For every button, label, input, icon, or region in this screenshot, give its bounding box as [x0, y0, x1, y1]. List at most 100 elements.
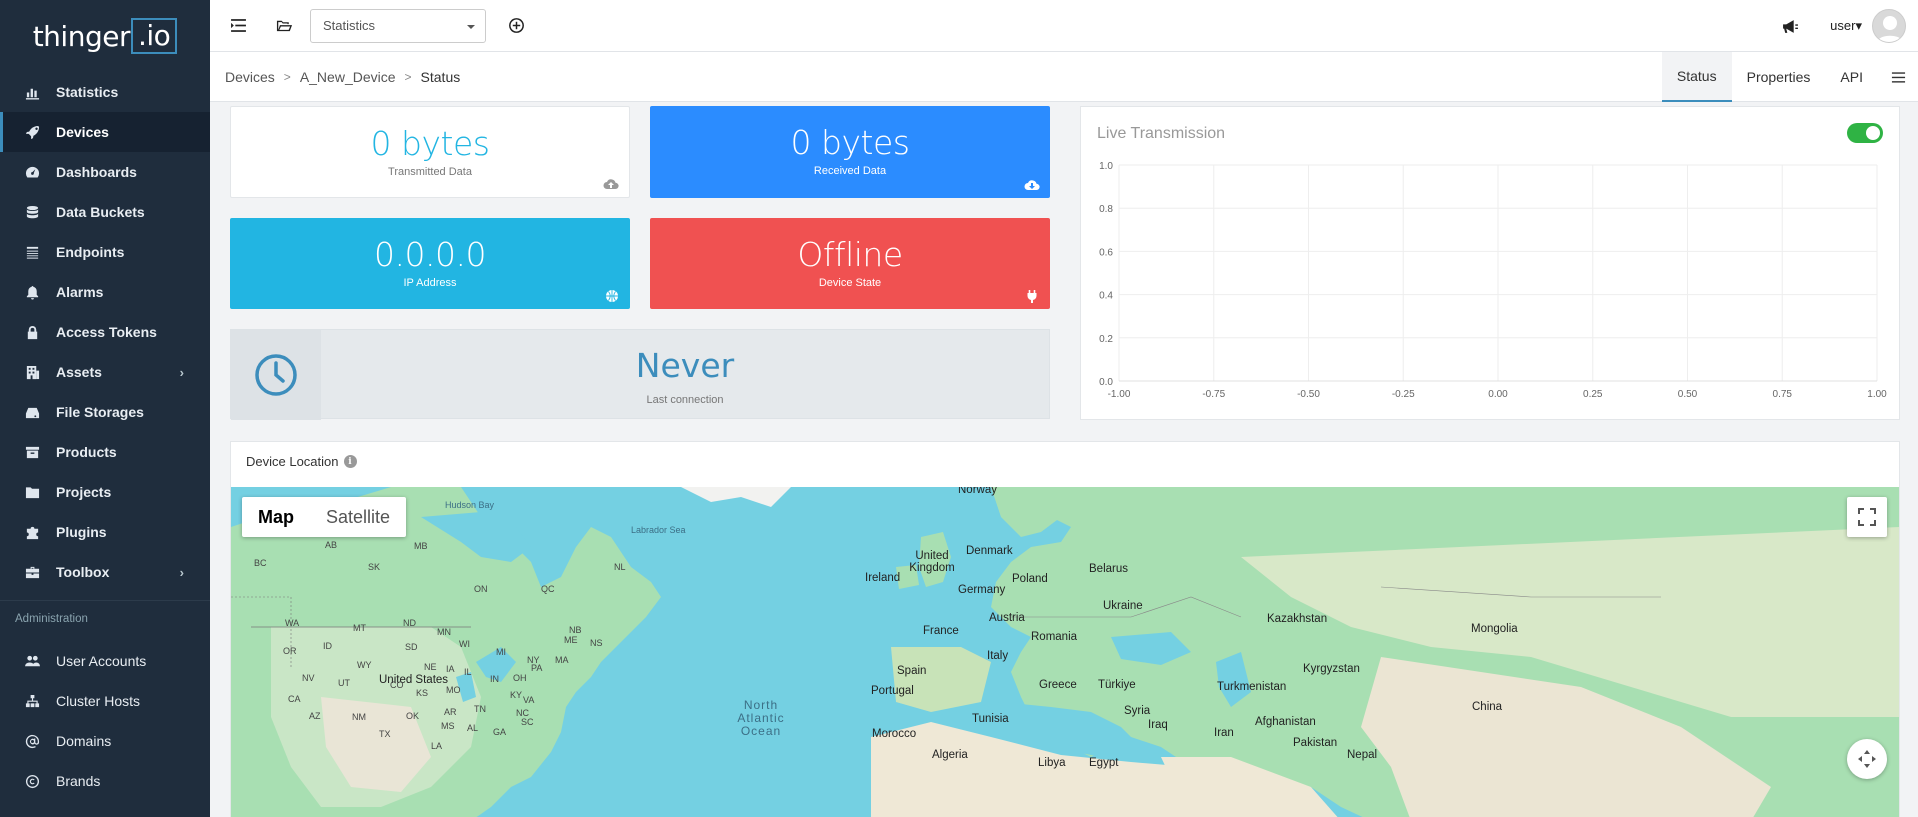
plug-icon: [1024, 289, 1040, 303]
map-label: ND: [403, 618, 416, 628]
chart-y-tick-label: 0.8: [1099, 204, 1113, 215]
map-label: MT: [353, 623, 366, 633]
sidebar-item-assets[interactable]: Assets ›: [0, 352, 210, 392]
sidebar-item-label: Toolbox: [56, 564, 110, 580]
map-label: Kyrgyzstan: [1303, 663, 1360, 675]
chevron-right-icon: ›: [179, 364, 184, 380]
transmitted-data-value: 0 bytes: [370, 124, 490, 163]
sidebar-item-label: Products: [56, 444, 117, 460]
map-label: Greece: [1039, 679, 1077, 691]
sidebar-item-alarms[interactable]: Alarms: [0, 272, 210, 312]
breadcrumb-devices[interactable]: Devices: [225, 69, 275, 85]
chevron-right-icon: >: [283, 69, 291, 84]
map-label: SD: [405, 642, 418, 652]
tab-properties[interactable]: Properties: [1732, 52, 1826, 102]
map-label: CO: [390, 680, 404, 690]
sidebar-item-label: Endpoints: [56, 244, 125, 260]
chart-x-tick-label: 0.00: [1488, 389, 1508, 400]
sidebar-item-data-buckets[interactable]: Data Buckets: [0, 192, 210, 232]
sidebar-item-user-accounts[interactable]: User Accounts: [0, 641, 210, 681]
sidebar-item-label: Alarms: [56, 284, 104, 300]
topbar-right: user▾: [1780, 0, 1906, 52]
map-label: Afghanistan: [1255, 716, 1316, 728]
sidebar-item-label: Plugins: [56, 524, 107, 540]
sidebar-item-access-tokens[interactable]: Access Tokens: [0, 312, 210, 352]
sidebar-item-devices[interactable]: Devices: [0, 112, 210, 152]
sidebar-item-toolbox[interactable]: Toolbox ›: [0, 552, 210, 592]
breadcrumb-device[interactable]: A_New_Device: [300, 69, 396, 85]
chart-x-tick-label: 0.50: [1678, 389, 1698, 400]
map-type-satellite-button[interactable]: Satellite: [310, 497, 406, 537]
map-label: UT: [338, 678, 350, 688]
map-label: WY: [357, 660, 372, 670]
folder-open-icon[interactable]: [274, 16, 294, 36]
pan-control-icon[interactable]: [1847, 739, 1887, 779]
map-label: QC: [541, 584, 555, 594]
map-label: IN: [490, 674, 499, 684]
project-select[interactable]: Statistics: [310, 8, 486, 43]
archive-icon: [24, 444, 40, 460]
map-label: OR: [283, 646, 297, 656]
sidebar-item-file-storages[interactable]: File Storages: [0, 392, 210, 432]
hdd-icon: [24, 404, 40, 420]
chart-x-tick-label: 0.25: [1583, 389, 1603, 400]
map-label: MS: [441, 721, 455, 731]
fullscreen-icon[interactable]: [1847, 497, 1887, 537]
map-label: Algeria: [932, 749, 968, 761]
breadcrumb-current: Status: [420, 68, 461, 85]
map-type-map-button[interactable]: Map: [242, 497, 310, 537]
avatar[interactable]: [1872, 9, 1906, 43]
map-label: TN: [474, 704, 486, 714]
megaphone-icon[interactable]: [1780, 16, 1800, 36]
hamburger-menu-icon[interactable]: [1878, 52, 1918, 102]
sidebar-item-label: Devices: [56, 124, 109, 140]
sidebar-item-label: Assets: [56, 364, 102, 380]
map-view[interactable]: Map Satellite Norway Hudson Bay Labrador S…: [231, 487, 1899, 817]
map-label: KY: [510, 690, 523, 700]
sidebar-item-label: Domains: [56, 733, 112, 749]
sidebar-item-cluster-hosts[interactable]: Cluster Hosts: [0, 681, 210, 721]
tab-status[interactable]: Status: [1661, 52, 1732, 102]
user-menu[interactable]: user▾: [1830, 18, 1862, 34]
map-label: ID: [323, 641, 332, 651]
map-label: France: [923, 625, 959, 637]
sidebar-item-domains[interactable]: Domains: [0, 721, 210, 761]
sidebar-item-statistics[interactable]: Statistics: [0, 72, 210, 112]
logo[interactable]: thinger .io: [0, 0, 210, 72]
last-connection-label: Last connection: [646, 394, 724, 406]
tab-api[interactable]: API: [1825, 52, 1878, 102]
map-label: Türkiye: [1098, 679, 1136, 691]
chevron-right-icon: ›: [179, 564, 184, 580]
sidebar-item-endpoints[interactable]: Endpoints: [0, 232, 210, 272]
sidebar-item-projects[interactable]: Projects: [0, 472, 210, 512]
map-label: TX: [379, 729, 391, 739]
received-data-label: Received Data: [813, 165, 887, 177]
sidebar-item-dashboards[interactable]: Dashboards: [0, 152, 210, 192]
sidebar-item-products[interactable]: Products: [0, 432, 210, 472]
map-label: Romania: [1031, 631, 1078, 643]
map-label: NS: [590, 638, 603, 648]
device-tabs: Status Properties API: [1661, 52, 1918, 102]
device-location-title: Device Location i: [246, 454, 357, 469]
map-label: Iraq: [1148, 719, 1168, 731]
map-label: MB: [414, 541, 428, 551]
info-icon[interactable]: i: [343, 455, 357, 468]
sidebar-item-plugins[interactable]: Plugins: [0, 512, 210, 552]
map-label: Nepal: [1347, 749, 1378, 761]
copyright-icon: [24, 773, 40, 789]
device-state-value: Offline: [797, 235, 903, 274]
map-label: BC: [254, 558, 267, 568]
map-label: Iran: [1214, 727, 1234, 739]
bar-chart-icon: [24, 84, 40, 100]
last-connection-value: Never: [635, 346, 735, 385]
add-circle-icon[interactable]: [506, 16, 526, 36]
sidebar-item-label: Cluster Hosts: [56, 693, 141, 709]
ip-address-box: 0.0.0.0 IP Address: [230, 218, 630, 309]
ip-address-label: IP Address: [403, 277, 457, 289]
toggle-sidebar-icon[interactable]: [228, 16, 248, 36]
sitemap-icon: [24, 693, 40, 709]
sidebar-item-brands[interactable]: Brands: [0, 761, 210, 801]
map-label: Egypt: [1089, 757, 1119, 769]
map-label: WI: [459, 639, 470, 649]
chart-y-tick-label: 0.4: [1099, 291, 1113, 302]
